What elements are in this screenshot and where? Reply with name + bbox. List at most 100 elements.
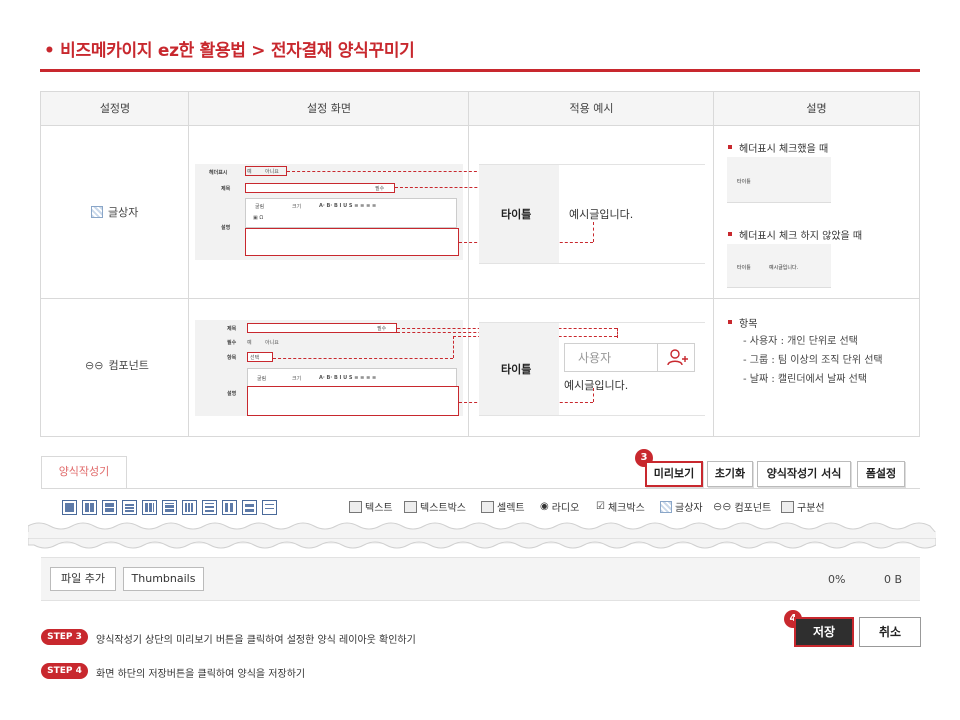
mini-label-title: 제목 <box>221 186 231 192</box>
layout-rows-icon[interactable] <box>122 500 137 515</box>
user-picker-placeholder: 사용자 <box>578 351 612 365</box>
preview-button[interactable]: 미리보기 <box>645 461 703 487</box>
mini-label-item: 항목 <box>227 355 237 361</box>
col-divider <box>468 92 469 436</box>
add-user-icon <box>667 349 688 366</box>
checkbox-tool-icon: ☑ <box>596 501 605 512</box>
title-divider <box>40 69 920 72</box>
step-tag-4: STEP 4 <box>41 663 88 679</box>
save-button[interactable]: 저장 <box>794 617 854 647</box>
desc-sub-item: - 사용자 : 개인 단위로 선택 <box>743 336 858 347</box>
desc-thumb-title: 타이틀 <box>737 265 751 271</box>
col-divider <box>188 92 189 436</box>
col-header-setting: 설정 화면 <box>307 102 351 115</box>
mini-toolbar-format: A· B· B I U S ≡ ≡ ≡ ≡ <box>319 375 377 381</box>
desc-sub-item: - 날짜 : 캘린더에서 날짜 선택 <box>743 374 868 385</box>
mini-toolbar-media: ▣ Ω <box>253 215 264 221</box>
preview-title: 타이틀 <box>501 363 532 376</box>
chain-link-icon: ⊖⊖ <box>713 500 732 513</box>
textbox-tool-icon <box>404 500 417 513</box>
mini-title-input <box>245 183 395 193</box>
mini-toolbar-font: 굴림 <box>255 204 265 210</box>
layout-grid-icon[interactable] <box>202 500 217 515</box>
tool-select[interactable]: 셀렉트 <box>481 499 525 514</box>
desc-bullet <box>728 320 732 324</box>
divider-tool-icon <box>781 500 794 513</box>
page-title: • 비즈메카이지 ez한 활용법 > 전자결재 양식꾸미기 <box>44 41 415 61</box>
mini-label-desc: 설명 <box>221 225 231 231</box>
mini-title-input <box>247 323 397 333</box>
layout-grid-icon[interactable] <box>182 500 197 515</box>
connector-line <box>617 328 618 338</box>
tab-underline <box>41 488 920 489</box>
layout-mixed-icon[interactable] <box>102 500 117 515</box>
row-name-textarea: 글상자 <box>91 204 138 220</box>
mini-toolbar-size: 크기 <box>292 376 302 382</box>
mini-label-required: 필수 <box>227 340 237 346</box>
upload-percent: 0% <box>828 573 846 586</box>
mini-toolbar-size: 크기 <box>292 204 302 210</box>
mini-label-header: 헤더표시 <box>209 170 228 176</box>
text-tool-icon <box>349 500 362 513</box>
row-name-label: 글상자 <box>108 206 139 219</box>
layout-2col-icon[interactable] <box>82 500 97 515</box>
layout-grid-icon[interactable] <box>242 500 257 515</box>
thumbnails-button[interactable]: Thumbnails <box>123 567 204 591</box>
col-header-name: 설정명 <box>99 102 131 115</box>
col-header-desc: 설명 <box>806 102 827 115</box>
tool-component[interactable]: ⊖⊖ 컴포넌트 <box>713 499 771 514</box>
tool-textbox[interactable]: 텍스트박스 <box>404 499 466 514</box>
textarea-grid-icon <box>660 500 672 513</box>
mini-required: 필수 <box>377 326 387 332</box>
desc-bullet <box>728 145 732 149</box>
desc-item: 헤더표시 체크했을 때 <box>739 144 829 155</box>
preview-text: 예시글입니다. <box>569 208 634 221</box>
tool-text[interactable]: 텍스트 <box>349 499 393 514</box>
tool-checkbox[interactable]: ☑ 체크박스 <box>596 499 645 514</box>
preview-text: 예시글입니다. <box>564 379 629 392</box>
mini-label-desc: 설명 <box>227 391 237 397</box>
mini-editor-body <box>247 386 459 416</box>
reset-button[interactable]: 초기화 <box>707 461 753 487</box>
tool-radio[interactable]: ◉ 라디오 <box>540 499 579 514</box>
chain-link-icon: ⊖⊖ <box>85 358 104 372</box>
mini-radio-no: 아니요 <box>265 169 279 175</box>
tab-form-builder[interactable]: 양식작성기 <box>41 456 127 489</box>
row-divider <box>41 298 919 299</box>
form-format-button[interactable]: 양식작성기 서식 <box>757 461 851 487</box>
connector-line <box>287 171 487 172</box>
layout-grid-icon[interactable] <box>162 500 177 515</box>
preview-rule <box>479 415 705 416</box>
desc-item: 헤더표시 체크 하지 않았을 때 <box>739 231 863 242</box>
form-settings-button[interactable]: 폼설정 <box>857 461 905 487</box>
add-user-button[interactable] <box>657 344 694 371</box>
desc-thumb-text: 예시글입니다. <box>769 265 799 271</box>
layout-divider-icon[interactable] <box>262 500 277 515</box>
tool-divider[interactable]: 구분선 <box>781 499 825 514</box>
step-text-3: 양식작성기 상단의 미리보기 버튼을 클릭하여 설정한 양식 레이아웃 확인하기 <box>96 635 416 646</box>
step-tag-3: STEP 3 <box>41 629 88 645</box>
layout-grid-icon[interactable] <box>222 500 237 515</box>
cancel-button[interactable]: 취소 <box>859 617 921 647</box>
desc-sub-item: - 그룹 : 팀 이상의 조직 단위 선택 <box>743 355 883 366</box>
mini-required: 필수 <box>375 186 385 192</box>
preview-title: 타이틀 <box>501 208 532 221</box>
step-text-4: 화면 하단의 저장버튼을 클릭하여 양식을 저장하기 <box>96 669 306 680</box>
row-name-label: 컴포넌트 <box>108 359 149 372</box>
preview-rule <box>479 263 705 264</box>
mini-editor-body <box>245 228 459 256</box>
select-tool-icon <box>481 500 494 513</box>
mini-label-title: 제목 <box>227 326 237 332</box>
mini-radio-yes: 예 <box>247 340 252 346</box>
layout-1col-icon[interactable] <box>62 500 77 515</box>
connector-line <box>593 222 594 242</box>
tool-textarea[interactable]: 글상자 <box>660 499 703 514</box>
radio-tool-icon: ◉ <box>540 501 549 512</box>
mini-radio-no: 아니요 <box>265 340 279 346</box>
textarea-grid-icon <box>91 206 103 218</box>
mini-toolbar-font: 굴림 <box>257 376 267 382</box>
torn-edge-bottom <box>28 538 936 549</box>
layout-grid-icon[interactable] <box>142 500 157 515</box>
add-file-button[interactable]: 파일 추가 <box>50 567 116 591</box>
component-table: 설정명 설정 화면 적용 예시 설명 글상자 헤더표시 예 아니요 제목 필수 … <box>40 91 920 437</box>
